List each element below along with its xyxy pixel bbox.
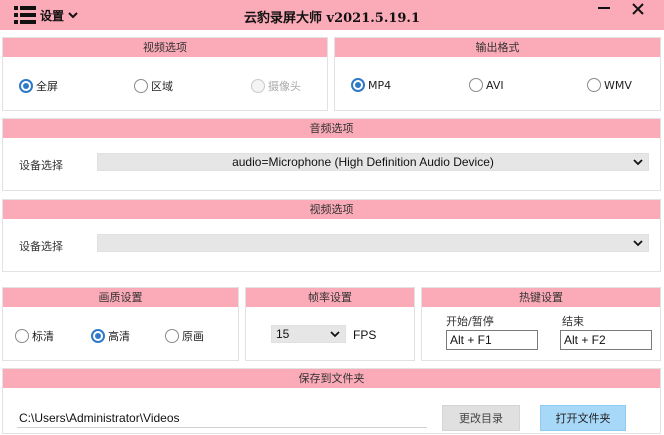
quality-panel: 画质设置 标清 高清 原画 — [2, 287, 239, 361]
radio-circle — [251, 79, 265, 93]
end-hotkey-input[interactable]: Alt + F2 — [560, 330, 652, 350]
video-device-panel: 视频选项 设备选择 — [2, 199, 661, 272]
radio-label: MP4 — [368, 78, 392, 92]
end-label: 结束 — [562, 315, 584, 328]
radio-label: 高清 — [108, 330, 130, 343]
radio-circle — [165, 329, 179, 343]
radio-circle — [15, 329, 29, 343]
close-icon[interactable] — [628, 2, 648, 16]
radio-wmv[interactable]: WMV — [587, 78, 632, 92]
audio-device-value: audio=Microphone (High Definition Audio … — [232, 155, 494, 169]
radio-label: 原画 — [182, 330, 204, 343]
framerate-header: 帧率设置 — [246, 288, 414, 307]
radio-circle — [469, 78, 483, 92]
audio-device-select[interactable]: audio=Microphone (High Definition Audio … — [97, 153, 649, 171]
framerate-panel: 帧率设置 15 FPS — [245, 287, 415, 361]
radio-fullscreen[interactable]: 全屏 — [19, 78, 58, 94]
start-hotkey-input[interactable]: Alt + F1 — [446, 330, 538, 350]
radio-label: 区域 — [151, 80, 173, 93]
title-bar: 设置 云豹录屏大师 v2021.5.19.1 — [0, 0, 664, 30]
radio-circle — [19, 79, 33, 93]
radio-hd[interactable]: 高清 — [91, 328, 130, 344]
audio-device-label: 设备选择 — [19, 159, 63, 172]
minimize-icon[interactable] — [594, 2, 614, 16]
radio-mp4[interactable]: MP4 — [351, 78, 391, 92]
chevron-down-icon — [633, 159, 643, 166]
audio-options-header: 音频选项 — [3, 119, 660, 138]
output-format-panel: 输出格式 MP4 AVI WMV — [334, 37, 661, 111]
start-pause-label: 开始/暂停 — [446, 315, 494, 328]
radio-region[interactable]: 区域 — [134, 78, 173, 94]
open-folder-button[interactable]: 打开文件夹 — [540, 405, 626, 431]
video-device-header: 视频选项 — [3, 200, 660, 219]
save-folder-panel: 保存到文件夹 C:\Users\Administrator\Videos 更改目… — [2, 368, 661, 434]
video-device-label: 设备选择 — [19, 240, 63, 253]
output-format-header: 输出格式 — [335, 38, 660, 57]
video-options-header: 视频选项 — [3, 38, 327, 57]
radio-original[interactable]: 原画 — [165, 328, 204, 344]
change-directory-button[interactable]: 更改目录 — [442, 405, 520, 431]
quality-header: 画质设置 — [3, 288, 238, 307]
audio-options-panel: 音频选项 设备选择 audio=Microphone (High Definit… — [2, 118, 661, 191]
hotkeys-panel: 热键设置 开始/暂停 结束 Alt + F1 Alt + F2 — [421, 287, 661, 361]
radio-avi[interactable]: AVI — [469, 78, 504, 92]
radio-camera: 摄像头 — [251, 78, 301, 94]
chevron-down-icon — [633, 240, 643, 247]
radio-circle — [587, 78, 601, 92]
save-path-underline — [17, 427, 427, 428]
video-device-select[interactable] — [97, 234, 649, 252]
radio-label: 摄像头 — [268, 80, 301, 93]
app-title: 云豹录屏大师 v2021.5.19.1 — [243, 11, 421, 26]
video-options-panel: 视频选项 全屏 区域 摄像头 — [2, 37, 328, 111]
radio-circle — [351, 78, 365, 92]
save-folder-header: 保存到文件夹 — [3, 369, 660, 388]
radio-label: WMV — [604, 78, 632, 92]
radio-circle — [91, 329, 105, 343]
chevron-down-icon — [330, 331, 340, 338]
framerate-select[interactable]: 15 — [271, 325, 346, 343]
radio-label: 标清 — [32, 330, 54, 343]
radio-circle — [134, 79, 148, 93]
radio-label: AVI — [486, 78, 504, 92]
fps-unit-label: FPS — [353, 328, 377, 342]
radio-sd[interactable]: 标清 — [15, 328, 54, 344]
save-path-text: C:\Users\Administrator\Videos — [19, 411, 180, 425]
radio-label: 全屏 — [36, 80, 58, 93]
framerate-value: 15 — [276, 327, 290, 341]
hotkeys-header: 热键设置 — [422, 288, 660, 307]
